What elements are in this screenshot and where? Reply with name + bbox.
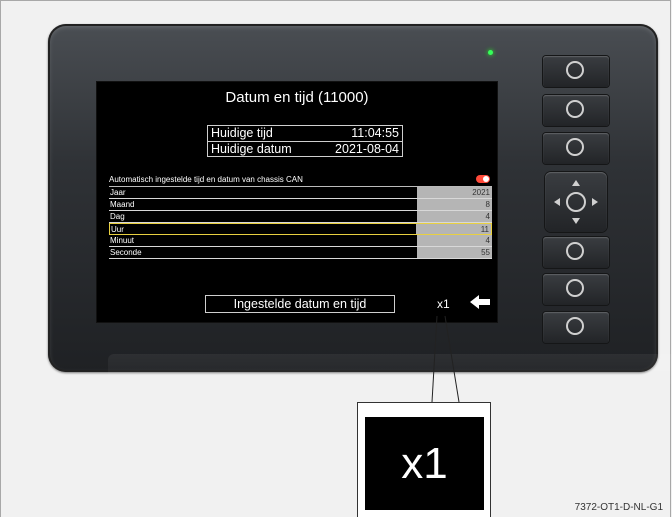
callout-box: x1: [357, 402, 491, 517]
callout-leader-lines: [431, 315, 460, 403]
figure-code: 7372-OT1-D-NL-G1: [574, 502, 663, 513]
callout-x1-label: x1: [365, 417, 484, 510]
